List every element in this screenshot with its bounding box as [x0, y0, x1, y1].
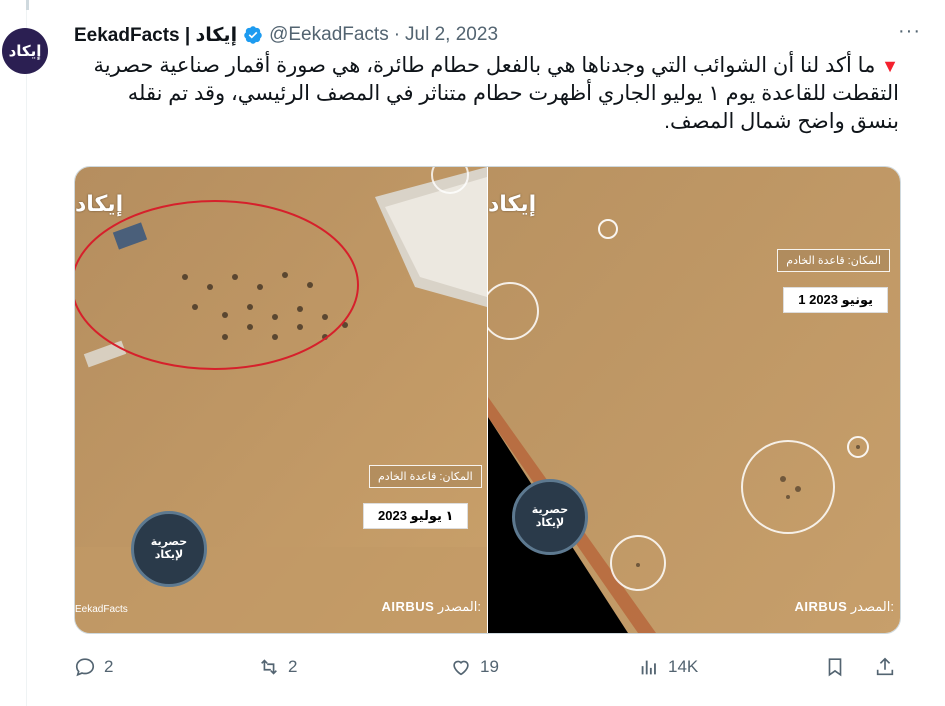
tweet-date[interactable]: Jul 2, 2023 — [405, 24, 498, 46]
views-count: 14K — [668, 657, 699, 676]
tweet-header: EekadFacts | إيكاد @EekadFacts · Jul 2, … — [74, 22, 925, 48]
location-label-right: المكان: قاعدة الخادم — [777, 249, 890, 272]
location-label-left: المكان: قاعدة الخادم — [369, 465, 482, 488]
reply-button[interactable]: 2 — [74, 652, 113, 682]
repost-button[interactable]: 2 — [258, 652, 297, 682]
exclusive-seal-left: حصرية لإيكاد — [131, 511, 207, 587]
tweet-text: ▼ ما أكد لنا أن الشوائب التي وجدناها هي … — [74, 52, 899, 136]
like-count: 19 — [480, 657, 499, 676]
views-chart-icon — [641, 660, 656, 675]
satellite-image-left[interactable]: إيكاد المكان: قاعدة الخادم ١ يوليو 2023 … — [75, 167, 487, 633]
eekad-logo-left: إيكاد — [75, 191, 124, 216]
repost-count: 2 — [288, 657, 298, 676]
bookmark-icon — [828, 658, 842, 677]
views-button[interactable]: 14K — [638, 652, 698, 682]
share-button[interactable] — [874, 652, 896, 682]
verified-badge-icon — [244, 26, 262, 44]
seal-line1-left: حصرية — [150, 536, 188, 548]
separator-dot: · — [393, 24, 401, 45]
reply-icon — [75, 658, 95, 677]
like-button[interactable]: 19 — [450, 652, 499, 682]
exclusive-seal-right: حصرية لإيكاد — [512, 479, 588, 555]
seal-line1-right: حصرية — [531, 504, 569, 516]
thread-rule — [26, 0, 27, 706]
date-label-right: 1 يونيو 2023 — [783, 287, 888, 313]
social-handle-left: EekadFacts — [75, 604, 128, 615]
repost-icon — [261, 659, 277, 675]
bookmark-button[interactable] — [824, 652, 846, 682]
airbus-brand-left: AIRBUS — [381, 599, 435, 614]
more-options-icon[interactable]: ··· — [898, 20, 921, 43]
thread-line — [26, 0, 29, 10]
heart-icon — [453, 660, 469, 676]
tweet-body: ما أكد لنا أن الشوائب التي وجدناها هي با… — [93, 54, 899, 133]
avatar[interactable]: إيكاد — [2, 28, 48, 74]
share-icon — [876, 657, 894, 676]
red-triangle-icon: ▼ — [881, 56, 899, 76]
eekad-logo-right: إيكاد — [488, 191, 537, 216]
source-credit-right: AIRBUS المصدر: — [794, 599, 894, 615]
source-credit-left: AIRBUS المصدر: — [381, 599, 481, 615]
seal-line2-left: لإيكاد — [154, 549, 184, 561]
author-name[interactable]: EekadFacts | إيكاد — [74, 24, 237, 47]
satellite-scene-right — [488, 167, 900, 633]
seal-line2-right: لإيكاد — [535, 517, 565, 529]
reply-count: 2 — [104, 657, 114, 676]
airbus-brand-right: AIRBUS — [794, 599, 848, 614]
tweet-media[interactable]: إيكاد المكان: قاعدة الخادم ١ يوليو 2023 … — [74, 166, 901, 634]
date-label-left: ١ يوليو 2023 — [363, 503, 469, 529]
author-handle[interactable]: @EekadFacts — [269, 24, 389, 46]
tweet-actions: 2 2 19 14K — [74, 652, 899, 682]
source-label-left: المصدر: — [437, 599, 481, 614]
avatar-text: إيكاد — [8, 43, 42, 60]
source-label-right: المصدر: — [850, 599, 894, 614]
satellite-image-right[interactable]: إيكاد المكان: قاعدة الخادم 1 يونيو 2023 … — [488, 167, 900, 633]
